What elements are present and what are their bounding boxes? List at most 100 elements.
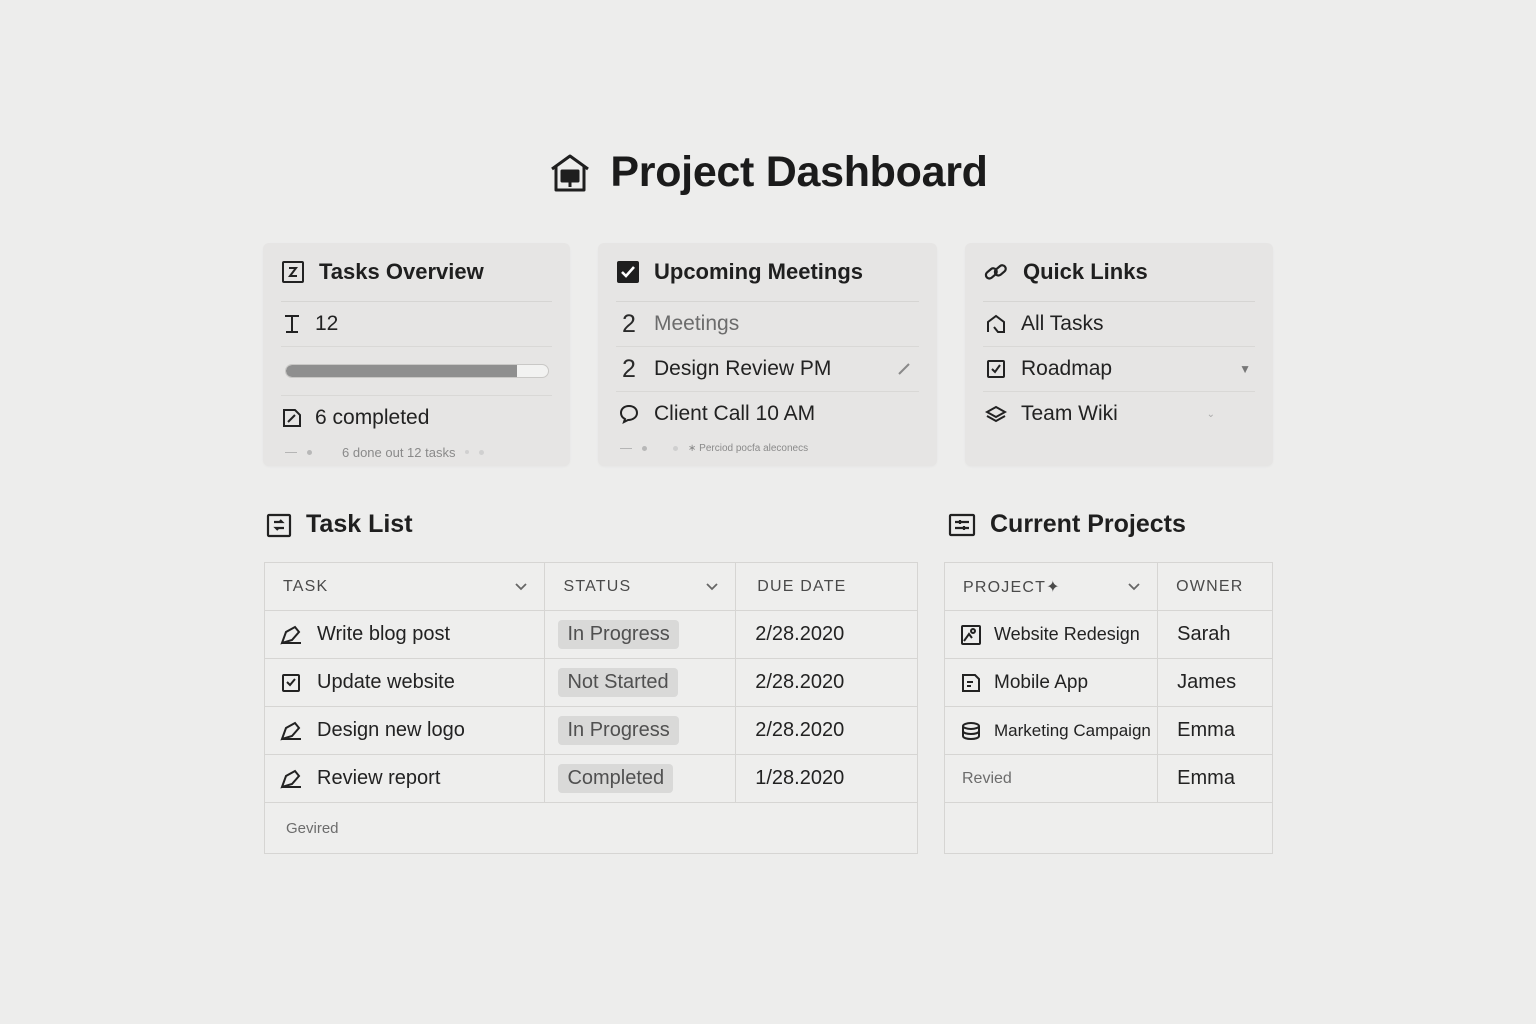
pen-icon: [280, 768, 303, 790]
edit-note-icon: [281, 407, 303, 429]
status-badge[interactable]: Not Started: [558, 668, 678, 697]
meeting-item[interactable]: 2 Design Review PM: [616, 347, 919, 392]
project-owner: James: [1177, 671, 1237, 693]
due-date: 2/28.2020: [755, 623, 845, 645]
caret-down-icon[interactable]: ▼: [1239, 362, 1251, 376]
house-icon: [548, 151, 592, 195]
column-header-status[interactable]: STATUS: [544, 562, 737, 611]
quick-link-team-wiki[interactable]: Team Wiki ⌄: [983, 392, 1255, 436]
checkbox-icon: [280, 672, 303, 694]
projects-table: PROJECT✦ OWNER Website Redesign Sarah Mo…: [943, 562, 1273, 854]
document-icon: [960, 672, 982, 694]
table-footer-row: [944, 802, 1273, 854]
layers-icon: [983, 403, 1009, 425]
quick-link-label: Roadmap: [1021, 357, 1113, 380]
task-table: TASK STATUS DUE DATE Write blog post In …: [263, 562, 918, 854]
meeting-count: 2: [622, 309, 636, 338]
project-name: Revied: [962, 769, 1012, 787]
task-name: Update website: [317, 671, 455, 693]
home-task-icon: [983, 313, 1009, 335]
quick-link-all-tasks[interactable]: All Tasks: [983, 302, 1255, 347]
meeting-count: 2: [622, 354, 636, 383]
project-name: Mobile App: [994, 671, 1089, 693]
refresh-box-icon: [266, 512, 292, 538]
column-header-project[interactable]: PROJECT✦: [943, 562, 1159, 611]
project-owner: Sarah: [1177, 623, 1231, 645]
upcoming-meetings-title: Upcoming Meetings: [654, 259, 864, 284]
column-header-label: DUE DATE: [757, 577, 847, 595]
table-footer-row: Gevired: [264, 802, 918, 854]
pen-icon: [280, 720, 303, 742]
task-list-heading: Task List: [266, 510, 413, 539]
sliders-box-icon: [948, 512, 976, 538]
quick-links-header: Quick Links: [983, 243, 1255, 302]
divider: [620, 447, 632, 449]
table-row[interactable]: Mobile App James: [943, 658, 1273, 707]
tasks-overview-title: Tasks Overview: [319, 259, 484, 284]
quick-link-roadmap[interactable]: Roadmap ▼: [983, 347, 1255, 392]
pencil-icon[interactable]: [897, 362, 911, 376]
dot-icon: [642, 445, 647, 451]
page-title: Project Dashboard: [610, 148, 988, 196]
chat-bubble-icon: [616, 403, 642, 425]
projects-table-header: PROJECT✦ OWNER: [943, 562, 1273, 611]
completed-label: 6 completed: [315, 406, 430, 429]
task-name: Design new logo: [317, 719, 465, 741]
status-badge[interactable]: In Progress: [558, 716, 679, 745]
dot-icon: [465, 450, 470, 454]
due-date: 2/28.2020: [755, 719, 845, 741]
meeting-label: Design Review PM: [654, 357, 832, 380]
checkbox-checked-icon: [616, 260, 640, 284]
database-icon: [960, 720, 982, 742]
pen-icon: [280, 624, 303, 646]
meeting-label: Meetings: [654, 312, 740, 335]
chevron-down-icon[interactable]: ⌄: [1207, 409, 1215, 420]
table-row[interactable]: Revied Emma: [943, 754, 1273, 803]
column-header-due-date[interactable]: DUE DATE: [735, 562, 918, 611]
current-projects-title: Current Projects: [990, 510, 1186, 538]
chevron-down-icon[interactable]: [1127, 582, 1141, 592]
due-date: 2/28.2020: [755, 671, 845, 693]
divider: [285, 451, 297, 453]
task-list-title: Task List: [306, 510, 413, 538]
dot-icon: [479, 449, 485, 455]
column-header-label: OWNER: [1176, 577, 1244, 595]
table-row[interactable]: Website Redesign Sarah: [943, 610, 1273, 659]
meetings-footnote-row: ∗ Perciod pocfa aleconecs: [620, 438, 915, 458]
column-header-owner[interactable]: OWNER: [1157, 562, 1273, 611]
due-date: 1/28.2020: [755, 767, 845, 789]
column-header-label: TASK: [283, 577, 329, 595]
column-header-label: STATUS: [563, 577, 632, 595]
status-badge[interactable]: Completed: [558, 764, 674, 793]
column-header-task[interactable]: TASK: [263, 562, 546, 611]
chevron-down-icon[interactable]: [705, 582, 719, 592]
meetings-footnote: ∗ Perciod pocfa aleconecs: [688, 442, 809, 454]
task-table-header: TASK STATUS DUE DATE: [263, 562, 918, 611]
status-badge[interactable]: In Progress: [558, 620, 679, 649]
task-progress-bar: [285, 364, 549, 378]
task-name: Write blog post: [317, 623, 451, 645]
table-row[interactable]: Design new logo In Progress 2/28.2020: [263, 706, 918, 755]
table-row[interactable]: Write blog post In Progress 2/28.2020: [263, 610, 918, 659]
quick-link-label: Team Wiki: [1021, 402, 1118, 425]
project-name: Website Redesign: [994, 624, 1140, 644]
tasks-footnote: 6 done out 12 tasks: [342, 444, 456, 460]
tasks-footnote-row: 6 done out 12 tasks: [285, 442, 548, 462]
meeting-item[interactable]: 2 Meetings: [616, 302, 919, 347]
pin-icon: [281, 313, 303, 335]
project-owner: Emma: [1177, 767, 1235, 789]
meeting-item[interactable]: Client Call 10 AM: [616, 392, 919, 436]
quick-links-card: Quick Links All Tasks Roadmap ▼ Team Wik…: [965, 243, 1273, 466]
square-number-icon: [281, 260, 305, 284]
table-row[interactable]: Marketing Campaign Emma: [943, 706, 1273, 755]
table-row[interactable]: Update website Not Started 2/28.2020: [263, 658, 918, 707]
link-icon: [983, 260, 1009, 284]
project-name: Marketing Campaign: [994, 720, 1151, 740]
tasks-overview-header: Tasks Overview: [281, 243, 552, 302]
page-header: Project Dashboard: [0, 148, 1536, 197]
task-count-row: 12: [281, 302, 552, 347]
column-header-label: PROJECT✦: [963, 578, 1061, 596]
table-row[interactable]: Review report Completed 1/28.2020: [263, 754, 918, 803]
upcoming-meetings-card: Upcoming Meetings 2 Meetings 2 Design Re…: [598, 243, 937, 466]
chevron-down-icon[interactable]: [514, 582, 528, 592]
